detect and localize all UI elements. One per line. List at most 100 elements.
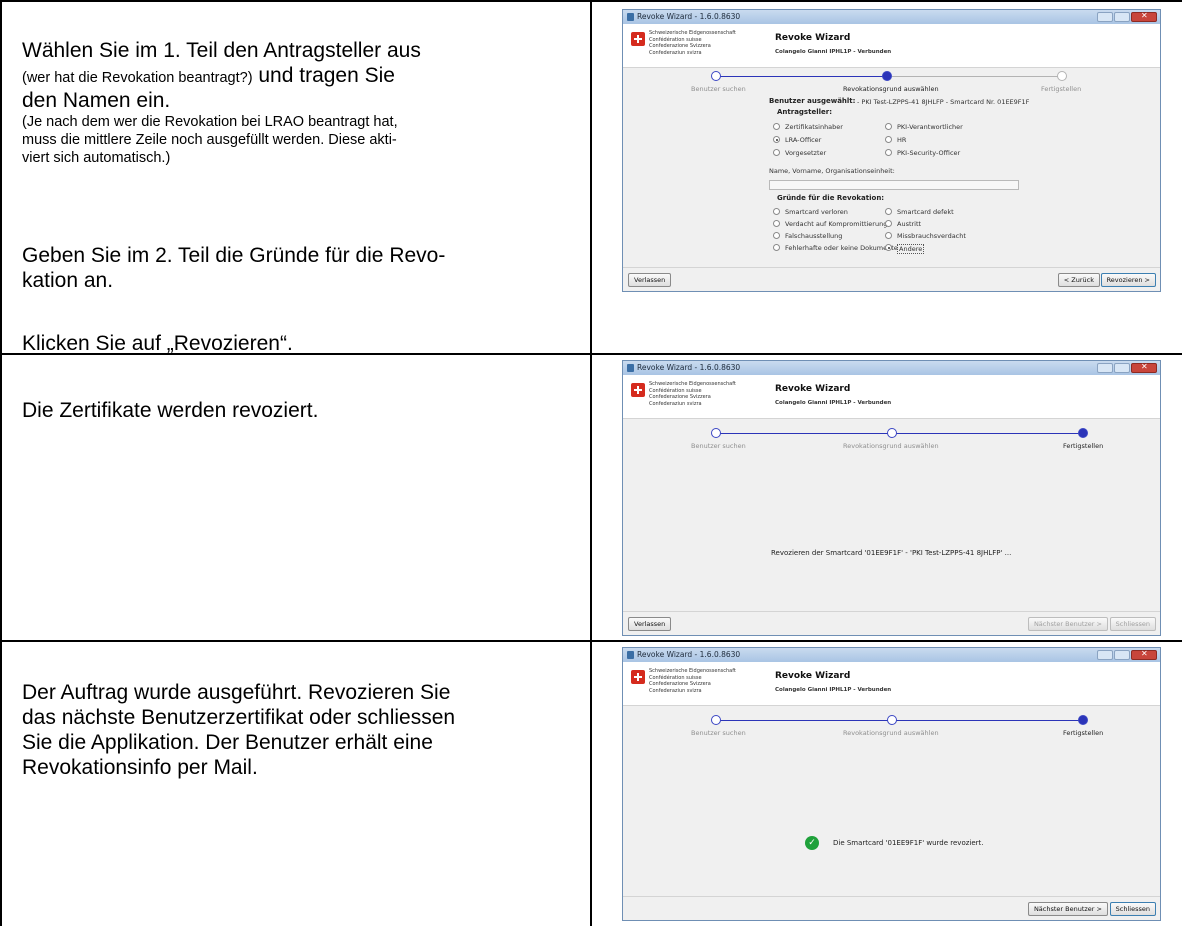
radio-vorgesetzter[interactable] [773, 149, 780, 156]
app-icon [627, 651, 634, 659]
wizard-header: Schweizerische Eidgenossenschaft Confédé… [623, 375, 1160, 419]
row1-instructions: Wählen Sie im 1. Teil den Antragsteller … [22, 38, 582, 167]
minimize-button[interactable] [1097, 363, 1113, 373]
name-field-label: Name, Vorname, Organisationseinheit: [769, 167, 895, 175]
close-button[interactable] [1131, 362, 1157, 373]
revoke-wizard-window: Revoke Wizard - 1.6.0.8630 Schweizerisch… [622, 9, 1161, 292]
next-user-button[interactable]: Nächster Benutzer > [1027, 902, 1108, 916]
org-line: Schweizerische Eidgenossenschaft [649, 30, 736, 36]
radio-label: Verdacht auf Kompromittierung [785, 220, 888, 228]
leave-button[interactable]: Verlassen [628, 273, 672, 287]
radio-pki-verantwortlicher[interactable] [885, 123, 892, 130]
window-title: Revoke Wizard - 1.6.0.8630 [637, 12, 741, 21]
step-progress-line [716, 433, 1081, 434]
radio-label: Falschausstellung [785, 232, 843, 240]
radio-fehlerhafte-dokumente[interactable] [773, 244, 780, 251]
step-2-label: Revokationsgrund auswählen [843, 85, 939, 93]
wizard-header: Schweizerische Eidgenossenschaft Confédé… [623, 662, 1160, 706]
step-2-label: Revokationsgrund auswählen [843, 442, 939, 450]
maximize-button[interactable] [1114, 363, 1130, 373]
step-1-indicator [711, 428, 721, 438]
wizard-title: Revoke Wizard [775, 384, 851, 394]
radio-hr[interactable] [885, 136, 892, 143]
org-line: Confederaziun svizra [649, 687, 702, 694]
step-3-label: Fertigstellen [1063, 442, 1104, 450]
title-bar: Revoke Wizard - 1.6.0.8630 [623, 10, 1160, 24]
close-app-button[interactable]: Schliessen [1109, 902, 1156, 916]
step-1-label: Benutzer suchen [691, 442, 746, 450]
row2-instructions: Die Zertifikate werden revoziert. [22, 398, 582, 423]
radio-pki-security-officer[interactable] [885, 149, 892, 156]
step-3-indicator [1078, 715, 1088, 725]
radio-label: Fehlerhafte oder keine Dokumente [785, 244, 898, 252]
success-message: Die Smartcard '01EE9F1F' wurde revoziert… [833, 839, 984, 847]
close-button[interactable] [1131, 649, 1157, 660]
instruction-line: Der Auftrag wurde ausgeführt. Revozieren… [22, 681, 451, 704]
instruction-line: das nächste Benutzerzertifikat oder schl… [22, 706, 456, 729]
step-2-label: Revokationsgrund auswählen [843, 729, 939, 737]
instruction-line: Die Zertifikate werden revoziert. [22, 399, 319, 422]
instruction-note: (Je nach dem wer die Revokation bei LRAO… [22, 114, 398, 130]
minimize-button[interactable] [1097, 650, 1113, 660]
wizard-title: Revoke Wizard [775, 671, 851, 681]
radio-label: LRA-Officer [785, 136, 822, 144]
wizard-footer: Verlassen < Zurück Revozieren > [623, 267, 1160, 291]
back-button[interactable]: < Zurück [1057, 273, 1100, 287]
step-3-indicator [1078, 428, 1088, 438]
wizard-footer: Nächster Benutzer > Schliessen [623, 896, 1160, 920]
connection-status: Colangelo Gianni IPHL1P - Verbunden [775, 49, 892, 55]
row1-instructions-part2: Geben Sie im 2. Teil die Gründe für die … [22, 243, 582, 293]
minimize-button[interactable] [1097, 12, 1113, 22]
close-app-button[interactable]: Schliessen [1109, 617, 1156, 631]
radio-smartcard-verloren[interactable] [773, 208, 780, 215]
radio-austritt[interactable] [885, 220, 892, 227]
radio-label: PKI-Security-Officer [897, 149, 961, 157]
instruction-line: den Namen ein. [22, 89, 171, 112]
maximize-button[interactable] [1114, 12, 1130, 22]
app-icon [627, 13, 634, 21]
revoke-button[interactable]: Revozieren > [1100, 273, 1156, 287]
radio-label: PKI-Verantwortlicher [897, 123, 963, 131]
radio-label: Austritt [897, 220, 922, 228]
step-1-label: Benutzer suchen [691, 729, 746, 737]
selected-user-value: - PKI Test-LZPPS-41 8JHLFP - Smartcard N… [857, 98, 1030, 106]
radio-verdacht-kompromittierung[interactable] [773, 220, 780, 227]
step-1-label: Benutzer suchen [691, 85, 746, 93]
success-check-icon: ✓ [805, 836, 819, 850]
radio-smartcard-defekt[interactable] [885, 208, 892, 215]
next-user-button[interactable]: Nächster Benutzer > [1027, 617, 1108, 631]
selected-user-label: Benutzer ausgewählt: [769, 97, 856, 105]
close-button[interactable] [1131, 11, 1157, 22]
step-1-indicator [711, 71, 721, 81]
radio-zertifikatsinhaber[interactable] [773, 123, 780, 130]
app-icon [627, 364, 634, 372]
radio-label: HR [897, 136, 907, 144]
radio-label: Smartcard verloren [785, 208, 848, 216]
revoke-wizard-window: Revoke Wizard - 1.6.0.8630 Schweizerisch… [622, 360, 1161, 636]
step-2-indicator [882, 71, 892, 81]
leave-button[interactable]: Verlassen [628, 617, 672, 631]
radio-missbrauchsverdacht[interactable] [885, 232, 892, 239]
radio-label: Smartcard defekt [897, 208, 954, 216]
radio-andere[interactable] [885, 244, 892, 251]
step-progress-line [892, 76, 1062, 77]
connection-status: Colangelo Gianni IPHL1P - Verbunden [775, 687, 892, 693]
step-3-label: Fertigstellen [1063, 729, 1104, 737]
radio-falschausstellung[interactable] [773, 232, 780, 239]
radio-label: Missbrauchsverdacht [897, 232, 966, 240]
step-1-indicator [711, 715, 721, 725]
instruction-line: kation an. [22, 269, 114, 292]
instruction-line: Geben Sie im 2. Teil die Gründe für die … [22, 244, 446, 267]
instruction-line: Revokationsinfo per Mail. [22, 756, 258, 779]
title-bar: Revoke Wizard - 1.6.0.8630 [623, 361, 1160, 375]
radio-lra-officer[interactable] [773, 136, 780, 143]
step-2-indicator [887, 715, 897, 725]
applicant-heading: Antragsteller: [777, 108, 832, 116]
instruction-line: (wer hat die Revokation beantragt?) und … [22, 63, 582, 88]
name-input[interactable] [769, 180, 1019, 190]
maximize-button[interactable] [1114, 650, 1130, 660]
instruction-note: muss die mittlere Zeile noch ausgefüllt … [22, 132, 397, 148]
wizard-body: Benutzer suchen Revokationsgrund auswähl… [623, 419, 1160, 611]
org-line: Schweizerische Eidgenossenschaft [649, 668, 736, 674]
radio-label: Zertifikatsinhaber [785, 123, 843, 131]
